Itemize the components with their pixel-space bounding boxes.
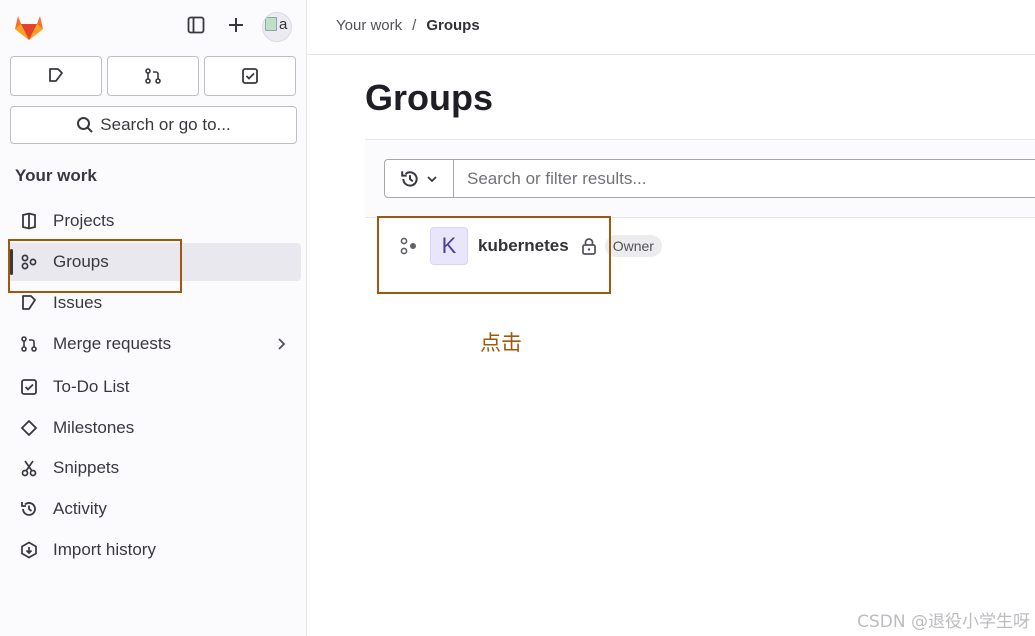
search-label: Search or go to... xyxy=(100,115,231,134)
page-title: Groups xyxy=(365,77,494,118)
highlight-box-group-row xyxy=(377,216,611,294)
broken-image-icon xyxy=(265,17,277,31)
breadcrumb: Your work / Groups xyxy=(336,17,480,34)
sidebar: a Search or go to... Your work Projects … xyxy=(0,0,307,636)
issues-icon xyxy=(18,292,40,314)
import-icon xyxy=(18,539,40,561)
gitlab-logo-icon[interactable] xyxy=(12,10,46,42)
todo-icon xyxy=(18,376,40,398)
breadcrumb-parent[interactable]: Your work xyxy=(336,17,402,34)
user-avatar[interactable]: a xyxy=(262,12,292,42)
todo-icon xyxy=(242,68,258,84)
todo-list-button[interactable] xyxy=(204,56,296,96)
sidebar-item-milestones[interactable]: Milestones xyxy=(8,409,301,447)
chevron-down-icon xyxy=(427,175,437,182)
highlight-box-groups-nav xyxy=(8,239,182,293)
assigned-issues-button[interactable] xyxy=(10,56,102,96)
project-icon xyxy=(18,210,40,232)
search-icon xyxy=(77,117,94,133)
sidebar-item-label: Merge requests xyxy=(53,334,172,353)
sidebar-item-merge-requests[interactable]: Merge requests xyxy=(8,325,301,363)
filter-search-input[interactable]: Search or filter results... xyxy=(453,159,1035,198)
issues-icon xyxy=(49,68,63,82)
milestone-icon xyxy=(18,417,40,439)
sidebar-item-label: To-Do List xyxy=(53,377,130,396)
avatar-alt-text: a xyxy=(279,16,288,33)
sidebar-item-todo-list[interactable]: To-Do List xyxy=(8,368,301,406)
recent-searches-dropdown[interactable] xyxy=(384,159,454,198)
role-badge: Owner xyxy=(604,235,662,257)
sidebar-item-label: Projects xyxy=(53,211,115,230)
history-icon xyxy=(401,170,418,187)
annotation-click-label: 点击 xyxy=(480,331,522,355)
toggle-sidebar-icon[interactable] xyxy=(184,13,208,37)
merge-requests-button[interactable] xyxy=(107,56,199,96)
section-title: Your work xyxy=(15,166,97,185)
chevron-right-icon[interactable] xyxy=(275,334,289,354)
sidebar-item-label: Issues xyxy=(53,293,103,312)
sidebar-item-activity[interactable]: Activity xyxy=(8,490,301,528)
sidebar-item-snippets[interactable]: Snippets xyxy=(8,449,301,487)
snippet-icon xyxy=(18,457,40,479)
history-icon xyxy=(18,498,40,520)
sidebar-item-label: Milestones xyxy=(53,418,135,437)
sidebar-item-projects[interactable]: Projects xyxy=(8,202,301,240)
sidebar-item-label: Activity xyxy=(53,499,107,518)
merge-request-icon xyxy=(145,68,161,84)
header-divider xyxy=(307,54,1035,55)
search-button[interactable]: Search or go to... xyxy=(10,106,297,144)
breadcrumb-separator: / xyxy=(412,17,417,34)
sidebar-item-label: Import history xyxy=(53,540,156,559)
create-new-icon[interactable] xyxy=(224,13,248,37)
breadcrumb-current[interactable]: Groups xyxy=(426,17,479,34)
sidebar-item-label: Snippets xyxy=(53,458,120,477)
merge-request-icon xyxy=(18,333,40,355)
watermark: CSDN @退役小学生呀 xyxy=(857,612,1030,632)
sidebar-item-import-history[interactable]: Import history xyxy=(8,531,301,569)
